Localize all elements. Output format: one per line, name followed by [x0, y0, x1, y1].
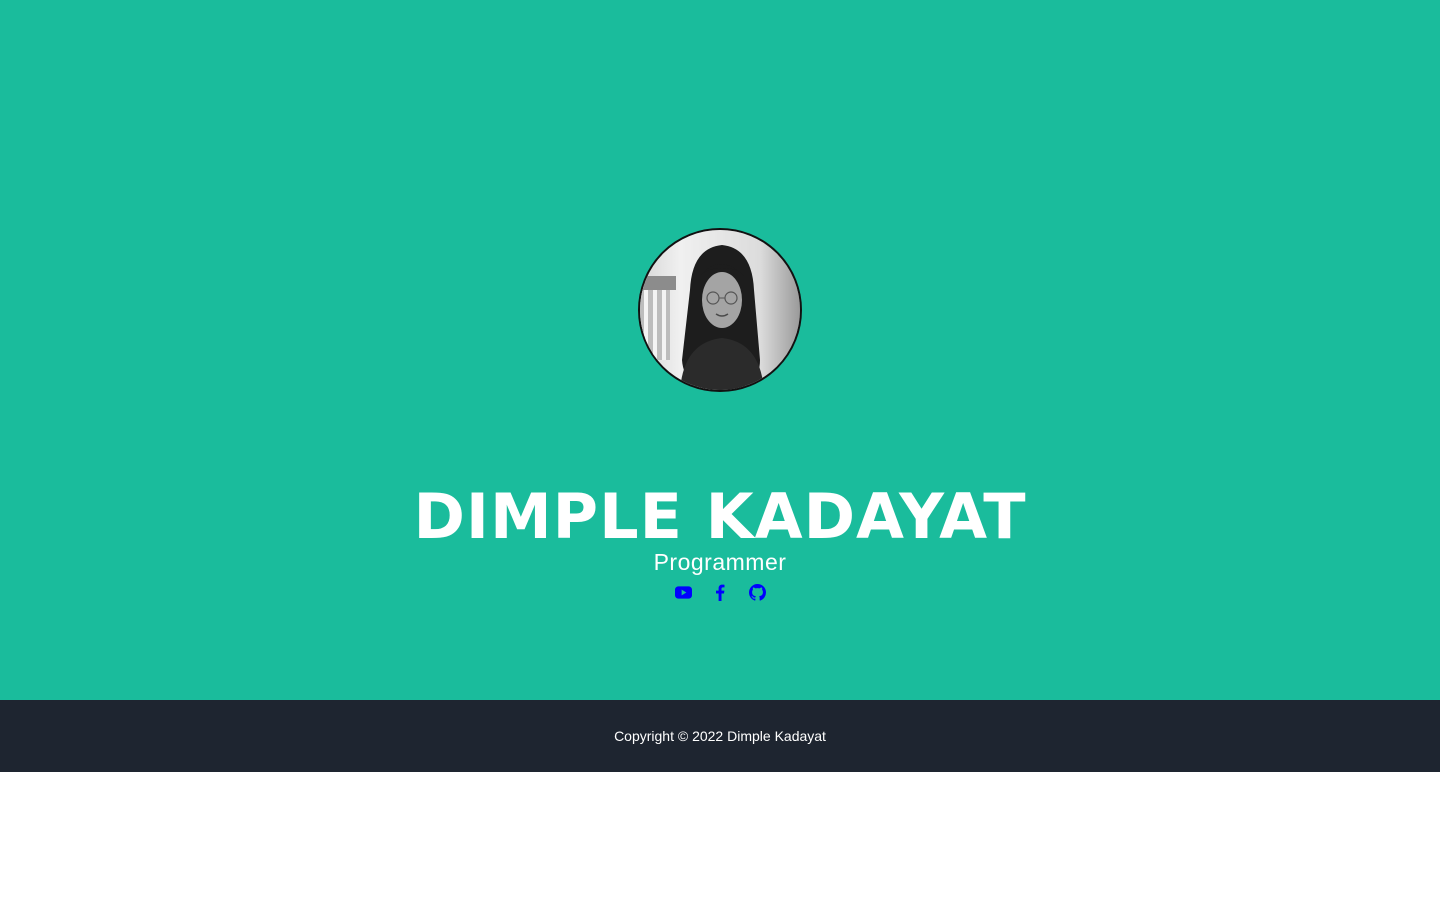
- github-icon: [748, 583, 766, 601]
- copyright-text: Copyright © 2022 Dimple Kadayat: [614, 728, 826, 744]
- facebook-link[interactable]: [712, 581, 729, 603]
- github-link[interactable]: [748, 581, 766, 603]
- profile-name: DIMPLE KADAYAT: [413, 480, 1027, 553]
- avatar: [638, 228, 802, 392]
- profile-role: Programmer: [653, 549, 787, 575]
- youtube-link[interactable]: [674, 581, 692, 603]
- facebook-icon: [716, 584, 725, 601]
- hero-section: DIMPLE KADAYAT Programmer: [0, 0, 1440, 700]
- footer: Copyright © 2022 Dimple Kadayat: [0, 700, 1440, 772]
- profile-photo: [640, 230, 800, 390]
- youtube-icon: [674, 585, 692, 599]
- social-links: [0, 581, 1440, 603]
